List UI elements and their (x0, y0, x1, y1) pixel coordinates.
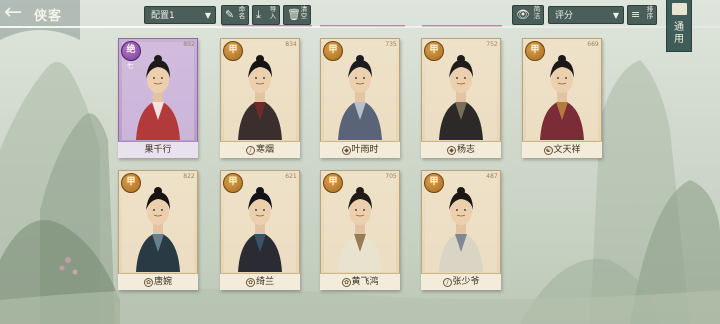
score-value: 669 (587, 41, 599, 48)
grade-badge: 甲 (525, 41, 545, 61)
grade-badge: 甲 (323, 173, 343, 193)
grade-badge: 甲 (323, 41, 343, 61)
eye-icon: 👁 (516, 8, 530, 21)
hero-card[interactable]: 甲 621 ✿ 绮兰 (220, 170, 300, 290)
preset-value: 配置1 (151, 11, 175, 21)
sort-icon: ≡ (631, 8, 641, 21)
page-title: 侠客 (34, 9, 63, 24)
score-value: 752 (486, 41, 498, 48)
import-icon: ⤓ (256, 8, 261, 21)
clear-label: 清空 (300, 5, 308, 20)
hero-name: 寒烟 (255, 145, 274, 155)
hero-card[interactable]: 绝 七 892 果千行 (118, 38, 198, 158)
sort-dropdown[interactable]: 评分 ▼ (548, 6, 624, 24)
import-button[interactable]: ⤓ 导入 (252, 5, 280, 25)
hero-name: 文天祥 (553, 145, 581, 155)
hero-name: 绮兰 (255, 277, 274, 287)
grade-badge: 绝 (121, 41, 141, 61)
top-bar: ← 侠客 配置1 ▼ ✎ 命名 ⤓ 导入 🗑 清空 👁 简洁 评分 ▼ ≡ 排序… (0, 0, 720, 52)
hero-card[interactable]: 甲 752 ◆ 杨志 (421, 38, 501, 158)
hero-card[interactable]: 甲 669 ☯ 文天祥 (522, 38, 602, 158)
sort-order-button[interactable]: ≡ 排序 (627, 5, 657, 25)
grade-badge: 甲 (223, 173, 243, 193)
rename-label: 命名 (238, 5, 246, 20)
hero-name: 张少爷 (452, 277, 480, 287)
chevron-down-icon: ▼ (204, 11, 211, 20)
grade-badge: 甲 (223, 41, 243, 61)
score-value: 892 (183, 41, 195, 48)
concise-view-button[interactable]: 👁 简洁 (512, 5, 544, 25)
trash-icon: 🗑 (287, 8, 301, 21)
hero-card[interactable]: 甲 705 ✿ 黄飞鸿 (320, 170, 400, 290)
hero-card[interactable]: 甲 487 / 张少爷 (421, 170, 501, 290)
clear-button[interactable]: 🗑 清空 (283, 5, 311, 25)
hero-card[interactable]: 甲 834 / 寒烟 (220, 38, 300, 158)
score-value: 705 (385, 173, 397, 180)
grade-sub-label: 七 (126, 62, 134, 70)
general-tab-label: 通用 (674, 22, 684, 45)
preset-dropdown[interactable]: 配置1 ▼ (144, 6, 216, 24)
hero-name: 唐婉 (153, 277, 172, 287)
back-arrow-icon[interactable]: ← (4, 2, 28, 25)
import-label: 导入 (269, 5, 277, 20)
sort-value: 评分 (555, 11, 574, 21)
concise-label: 简洁 (533, 5, 541, 20)
score-value: 822 (183, 173, 195, 180)
hero-card[interactable]: 甲 735 ◆ 叶雨时 (320, 38, 400, 158)
hero-name: 杨志 (456, 145, 475, 155)
book-icon (672, 3, 687, 15)
hero-name: 黄飞鸿 (351, 277, 379, 287)
title-underline (0, 26, 720, 28)
score-value: 621 (285, 173, 297, 180)
hero-name: 果千行 (144, 145, 172, 155)
sort-order-label: 排序 (646, 5, 654, 20)
hero-name: 叶雨时 (351, 145, 379, 155)
hero-card[interactable]: 甲 822 ✿ 唐婉 (118, 170, 198, 290)
chevron-down-icon: ▼ (612, 11, 619, 20)
score-value: 487 (486, 173, 498, 180)
grade-badge: 甲 (424, 41, 444, 61)
score-value: 834 (285, 41, 297, 48)
score-value: 735 (385, 41, 397, 48)
grade-badge: 甲 (424, 173, 444, 193)
grade-badge: 甲 (121, 173, 141, 193)
general-tab[interactable]: 通用 (666, 0, 692, 52)
pencil-icon: ✎ (225, 8, 235, 21)
rename-button[interactable]: ✎ 命名 (221, 5, 249, 25)
